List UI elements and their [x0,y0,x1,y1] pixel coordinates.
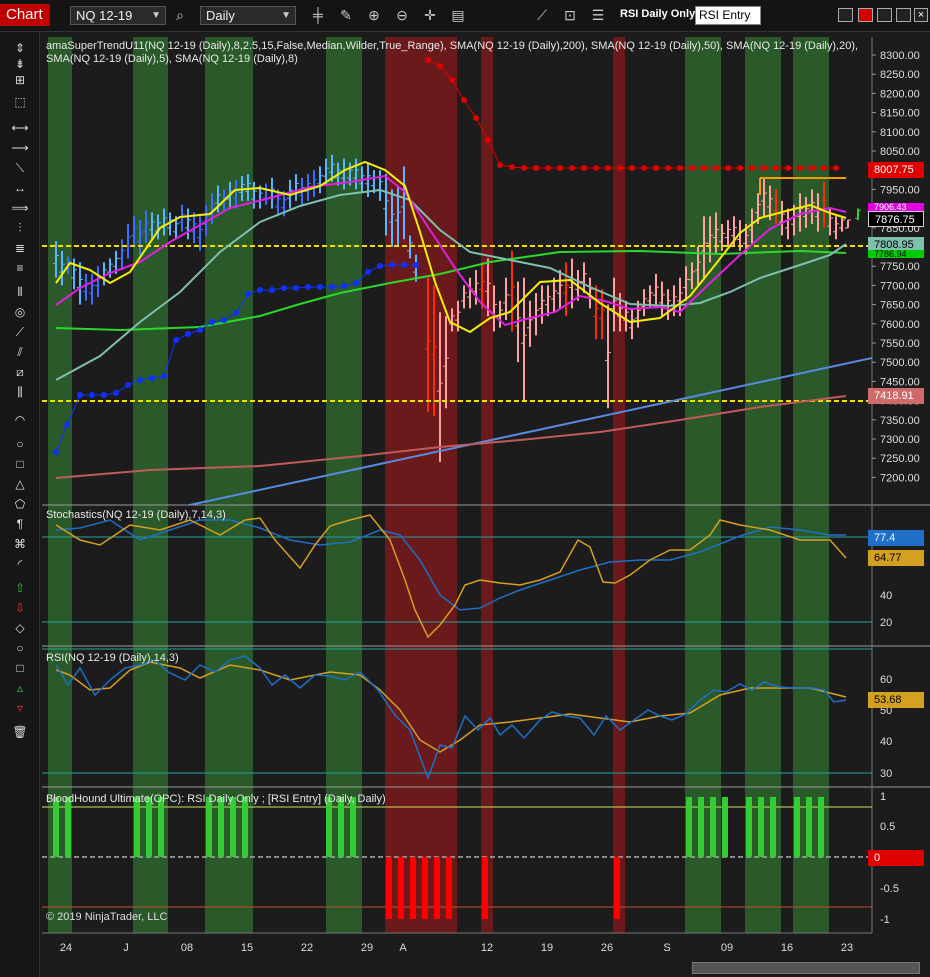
stochastics-d-tag: 77.4 [868,530,924,546]
price-tick-label: 8200.00 [880,88,920,100]
rsi-panel-title: RSI(NQ 12-19 (Daily),14,3) [46,652,179,664]
rsi-tick-label: 60 [880,674,892,686]
last-price-tag: 7876.75 [868,211,924,227]
bloodhound-tick-label: -1 [880,914,890,926]
bloodhound-long-signal [326,797,332,857]
stochastics-panel-title: Stochastics(NQ 12-19 (Daily),7,14,3) [46,509,226,521]
price-tick-label: 8100.00 [880,127,920,139]
bloodhound-tick-label: -0.5 [880,883,899,895]
bloodhound-long-signal [686,797,692,857]
bloodhound-long-signal [698,797,704,857]
bloodhound-value-tag: 0 [868,850,924,866]
date-label: 12 [480,942,494,954]
horizontal-scrollbar[interactable] [692,962,920,974]
stochastics-tick-label: 40 [880,590,892,602]
bearish-band [613,37,625,933]
date-label: 19 [540,942,554,954]
bloodhound-short-signal [398,857,404,919]
sma50-price-tag: 7786.94 [868,250,924,258]
bloodhound-long-signal [53,797,59,857]
bloodhound-long-signal [218,797,224,857]
price-tick-label: 7600.00 [880,319,920,331]
date-label: 26 [600,942,614,954]
bloodhound-long-signal [242,797,248,857]
value-axis: 8300.00 8250.00 8200.00 8150.00 8100.00 8050.… [872,50,920,926]
rsi-value-tag: 53.68 [868,692,924,708]
bloodhound-long-signal [722,797,728,857]
copyright-notice: © 2019 NinjaTrader, LLC [46,911,168,923]
price-tick-label: 7350.00 [880,415,920,427]
bloodhound-long-signal [146,797,152,857]
bloodhound-short-signal [614,857,620,919]
date-label: 09 [720,942,734,954]
price-tick-label: 8300.00 [880,50,920,62]
bearish-band [385,37,457,933]
bloodhound-long-signal [158,797,164,857]
date-label: 23 [840,942,854,954]
price-tick-label: 8150.00 [880,108,920,120]
price-tick-label: 7300.00 [880,434,920,446]
bloodhound-long-signal [818,797,824,857]
rsi-tick-label: 40 [880,736,892,748]
bloodhound-long-signal [230,797,236,857]
bloodhound-short-signal [434,857,440,919]
price-tick-label: 7950.00 [880,184,920,196]
price-tick-label: 7650.00 [880,300,920,312]
bloodhound-long-signal [338,797,344,857]
bloodhound-long-signal [794,797,800,857]
date-label: 16 [780,942,794,954]
date-label: 22 [300,942,314,954]
bloodhound-long-signal [206,797,212,857]
date-label: S [663,942,671,954]
bloodhound-long-signal [806,797,812,857]
date-label: J [123,942,129,954]
bloodhound-short-signal [422,857,428,919]
price-panel-title: amaSuperTrendU11(NQ 12-19 (Daily),8,2.5,… [46,40,859,65]
bloodhound-tick-label: 1 [880,791,886,803]
bearish-band [481,37,493,933]
chart-canvas[interactable]: 8300.00 8250.00 8200.00 8150.00 8100.00 8050.… [0,0,930,977]
bloodhound-long-signal [350,797,356,857]
sma8-price-tag: 7906.43 [868,203,924,211]
date-label: 08 [180,942,194,954]
stochastics-k-tag: 64.77 [868,550,924,566]
bloodhound-short-signal [386,857,392,919]
stochastics-tick-label: 20 [880,617,892,629]
bloodhound-long-signal [710,797,716,857]
rsi-tick-label: 30 [880,768,892,780]
bloodhound-short-signal [482,857,488,919]
supertrend-price-tag: 8007.75 [868,162,924,178]
price-tick-label: 8250.00 [880,69,920,81]
price-tick-label: 7250.00 [880,453,920,465]
bloodhound-short-signal [410,857,416,919]
bloodhound-long-signal [746,797,752,857]
date-label: A [399,942,407,954]
price-tick-label: 7550.00 [880,338,920,350]
date-label: 15 [240,942,254,954]
price-tick-label: 7750.00 [880,261,920,273]
bloodhound-long-signal [65,797,71,857]
bloodhound-long-signal [770,797,776,857]
price-tick-label: 7450.00 [880,376,920,388]
price-tick-label: 7500.00 [880,357,920,369]
date-label: 24 [59,942,73,954]
price-tick-label: 8050.00 [880,146,920,158]
bloodhound-long-signal [134,797,140,857]
bloodhound-long-signal [758,797,764,857]
date-label: 29 [360,942,374,954]
sma200-price-tag: 7418.91 [868,388,924,404]
bloodhound-tick-label: 0.5 [880,821,895,833]
price-tick-label: 7200.00 [880,472,920,484]
price-tick-label: 7700.00 [880,280,920,292]
bloodhound-short-signal [446,857,452,919]
bloodhound-panel-title: BloodHound Ultimate(OPC): RSI Daily Only… [46,793,386,805]
